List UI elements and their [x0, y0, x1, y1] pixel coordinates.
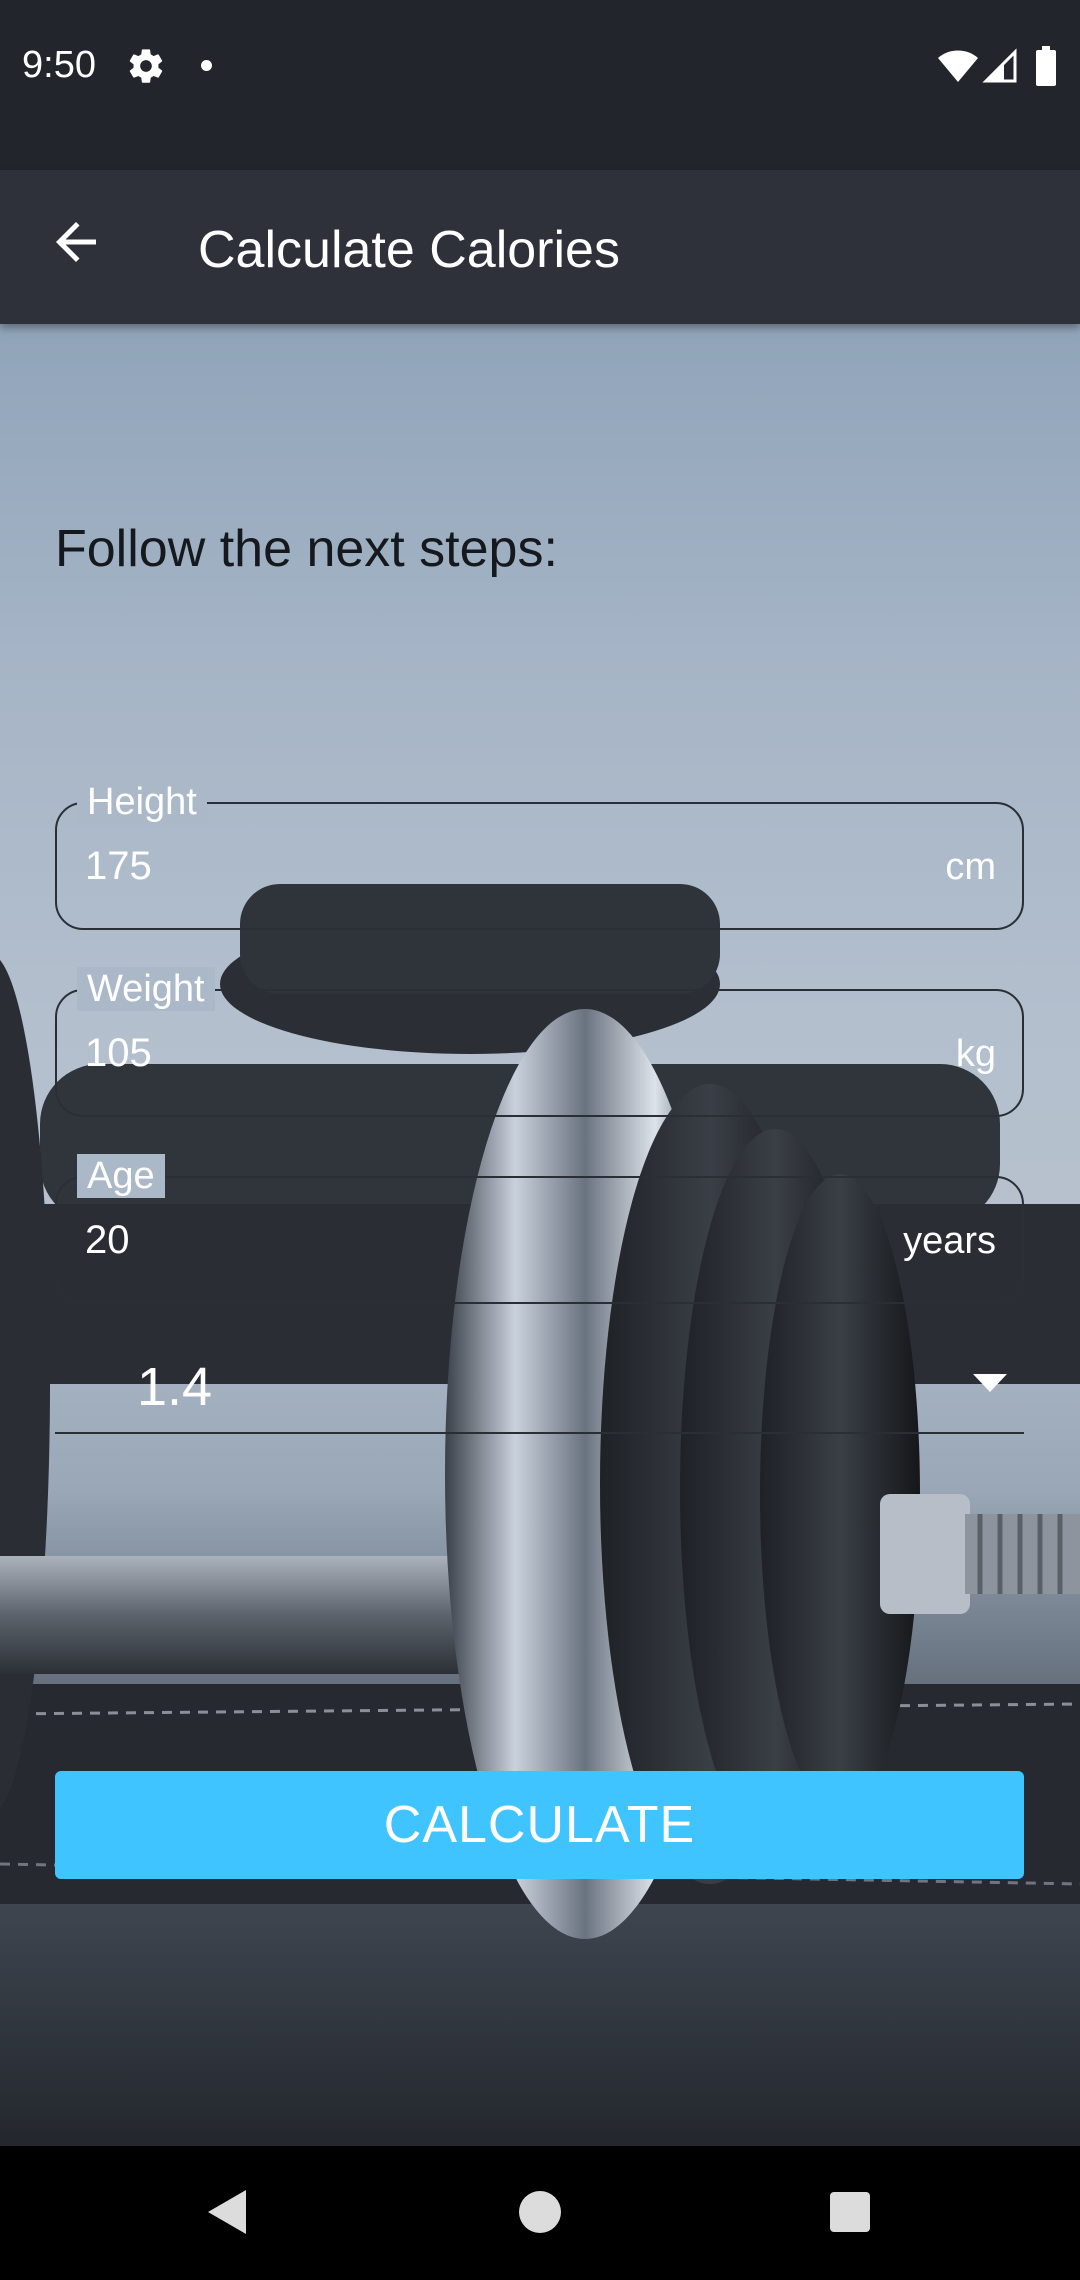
steps-title: Follow the next steps: [55, 520, 558, 578]
signal-icon [982, 48, 1017, 83]
gear-icon [129, 49, 163, 83]
weight-field[interactable]: Weight 105 kg [55, 967, 1024, 1117]
wifi-icon [938, 50, 978, 82]
height-input[interactable]: 175 [85, 844, 152, 889]
height-field[interactable]: Height 175 cm [55, 780, 1024, 930]
age-label: Age [77, 1154, 165, 1198]
age-field[interactable]: Age 20 years [55, 1154, 1024, 1304]
page-title: Calculate Calories [198, 221, 620, 279]
battery-icon [1036, 46, 1056, 86]
arrow-back-icon[interactable] [46, 212, 106, 272]
calculate-button[interactable]: CALCULATE [55, 1771, 1024, 1879]
calorie-form: Follow the next steps: Height 175 cm Wei… [0, 324, 1080, 2146]
weight-input[interactable]: 105 [85, 1031, 152, 1076]
app-bar: Calculate Calories [0, 170, 1080, 324]
nav-home-icon[interactable] [519, 2191, 561, 2233]
activity-level-value: 1.4 [137, 1357, 213, 1417]
age-input[interactable]: 20 [85, 1218, 130, 1263]
nav-back-icon[interactable] [206, 2188, 250, 2236]
nav-recents-icon[interactable] [830, 2192, 870, 2232]
status-bar: 9:50 [0, 0, 1080, 170]
weight-unit: kg [955, 1033, 996, 1075]
status-time: 9:50 [22, 44, 96, 86]
weight-label: Weight [77, 967, 215, 1011]
age-unit: years [903, 1220, 996, 1262]
height-label: Height [77, 780, 207, 824]
activity-level-dropdown[interactable]: 1.4 [55, 1344, 1024, 1434]
dropdown-arrow-icon[interactable] [973, 1374, 1007, 1394]
height-unit: cm [945, 846, 996, 888]
system-nav-bar [0, 2146, 1080, 2280]
notification-dot-icon [201, 60, 212, 71]
